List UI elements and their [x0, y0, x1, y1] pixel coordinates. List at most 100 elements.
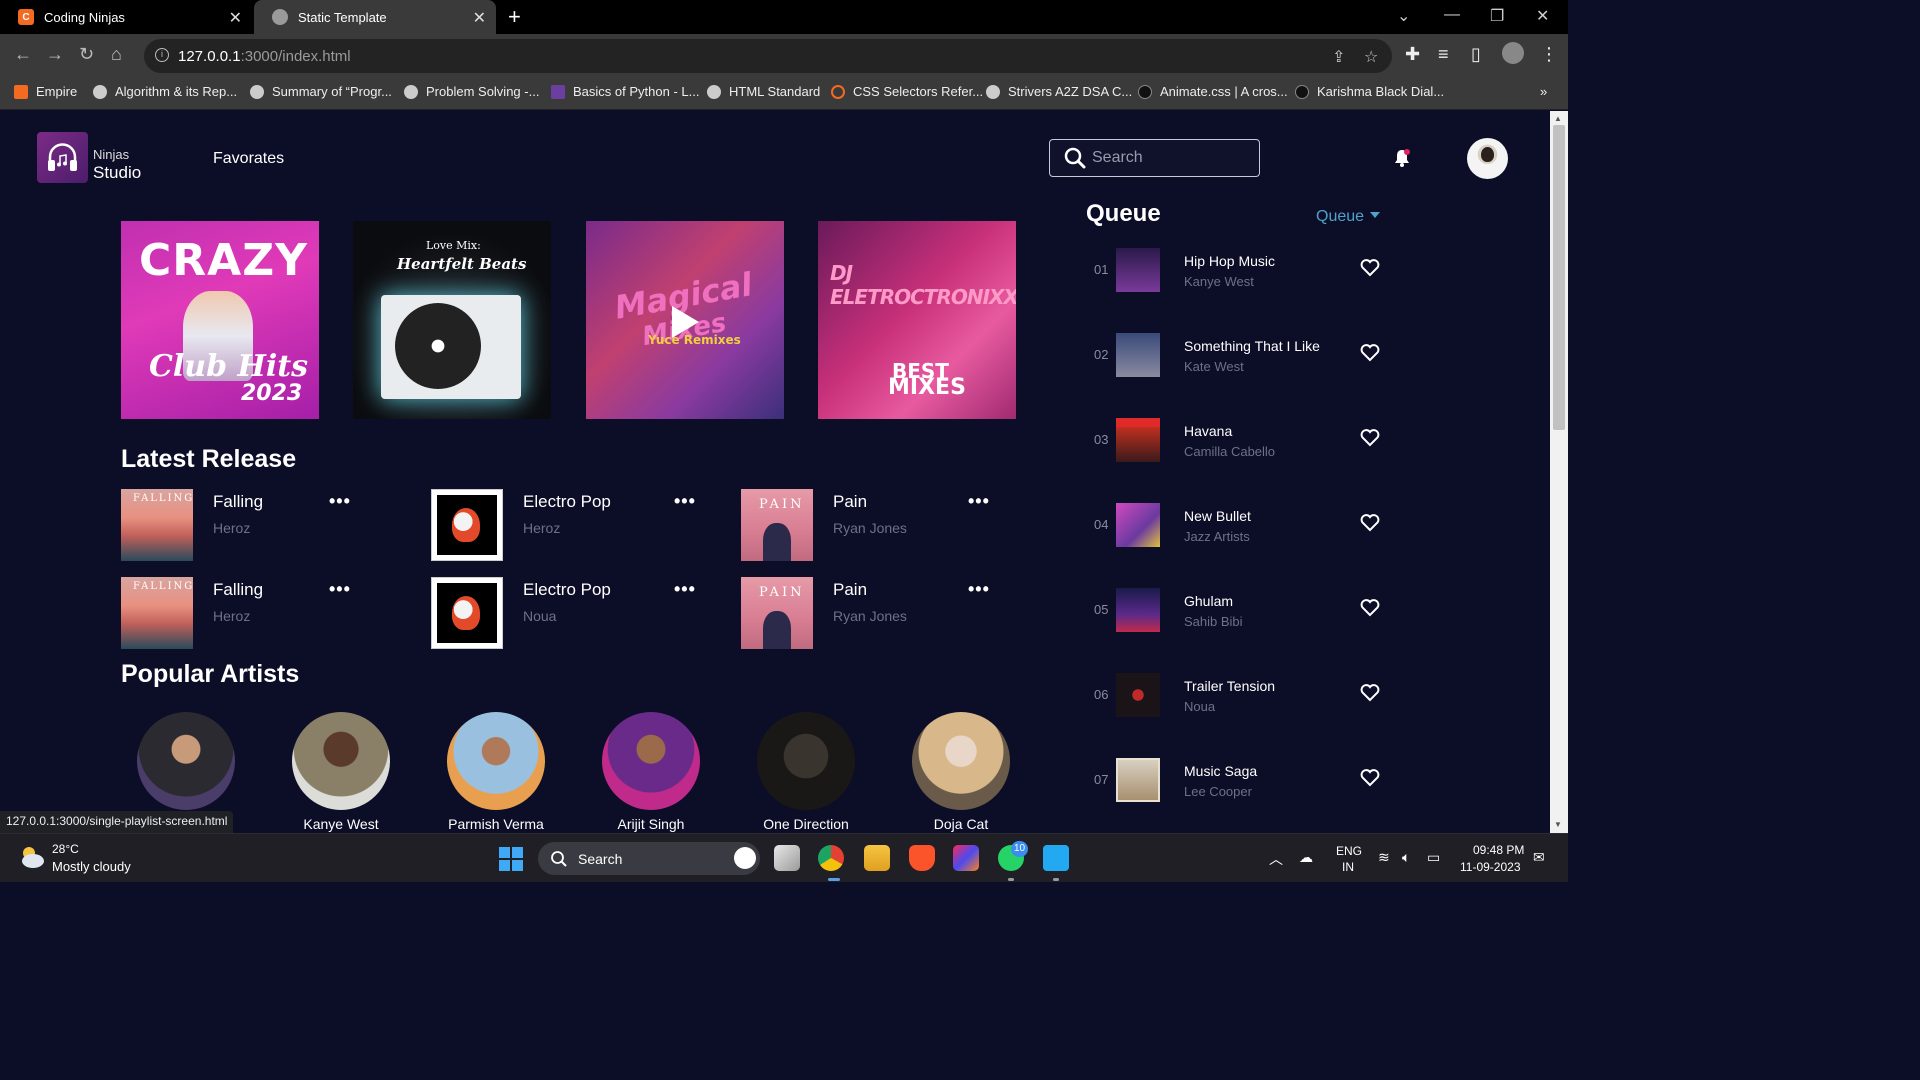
bookmark-item[interactable]: Karishma Black Dial... [1295, 84, 1444, 99]
release-item[interactable]: Falling Heroz ••• [121, 489, 411, 561]
app-logo[interactable] [37, 132, 88, 183]
site-info-icon[interactable]: i [155, 48, 169, 62]
scrollbar-thumb[interactable] [1553, 125, 1565, 430]
search-input[interactable] [1092, 149, 1242, 167]
user-avatar[interactable] [1467, 138, 1508, 179]
bookmark-item[interactable]: Summary of “Progr... [250, 84, 392, 99]
extensions-icon[interactable]: ✚ [1405, 44, 1420, 65]
volume-icon[interactable]: 🔈︎ [1402, 849, 1410, 866]
bookmark-star-icon[interactable]: ☆ [1364, 47, 1378, 67]
queue-dropdown[interactable]: Queue [1316, 208, 1381, 226]
release-item[interactable]: Electro Pop Noua ••• [431, 577, 721, 649]
side-panel-icon[interactable]: ▯ [1471, 44, 1481, 65]
chrome-icon[interactable] [818, 845, 844, 871]
scroll-down-icon[interactable]: ▼ [1554, 820, 1562, 829]
notification-center-icon[interactable]: ✉ [1533, 849, 1545, 866]
taskbar-search[interactable]: Search [538, 842, 760, 875]
bing-icon[interactable] [734, 847, 756, 869]
weather-temperature[interactable]: 28°C [52, 842, 79, 856]
wifi-icon[interactable]: ≋ [1378, 849, 1390, 866]
artist-card[interactable]: One Direction [746, 712, 866, 832]
play-icon[interactable] [668, 303, 702, 341]
queue-item[interactable]: 06 Trailer Tension Noua [1086, 672, 1386, 718]
more-options-icon[interactable]: ••• [329, 491, 351, 512]
bookmark-item[interactable]: Basics of Python - L... [551, 84, 699, 99]
more-options-icon[interactable]: ••• [674, 491, 696, 512]
artist-card[interactable]: Kanye West [281, 712, 401, 832]
queue-item[interactable]: 05 Ghulam Sahib Bibi [1086, 587, 1386, 633]
chevron-down-icon[interactable]: ⌄ [1397, 6, 1410, 26]
bookmark-item[interactable]: HTML Standard [707, 84, 820, 99]
restore-button[interactable]: ❐ [1490, 6, 1504, 26]
search-box[interactable] [1049, 139, 1260, 177]
heart-icon[interactable] [1360, 344, 1380, 362]
bookmark-item[interactable]: Problem Solving -... [404, 84, 539, 99]
bookmark-item[interactable]: Algorithm & its Rep... [93, 84, 237, 99]
artist-card[interactable] [126, 712, 246, 816]
release-item[interactable]: Falling Heroz ••• [121, 577, 411, 649]
more-options-icon[interactable]: ••• [329, 579, 351, 600]
release-item[interactable]: Electro Pop Heroz ••• [431, 489, 721, 561]
media-control-icon[interactable]: ≡ [1438, 44, 1449, 65]
home-icon[interactable]: ⌂ [111, 44, 122, 65]
close-tab-icon[interactable]: ✕ [229, 8, 242, 28]
more-options-icon[interactable]: ••• [968, 491, 990, 512]
share-icon[interactable]: ⇪ [1332, 47, 1345, 67]
artist-card[interactable]: Doja Cat [901, 712, 1021, 832]
more-options-icon[interactable]: ••• [968, 579, 990, 600]
profile-avatar[interactable] [1502, 42, 1524, 64]
queue-item[interactable]: 01 Hip Hop Music Kanye West [1086, 247, 1386, 293]
queue-item[interactable]: 03 Havana Camilla Cabello [1086, 417, 1386, 463]
heart-icon[interactable] [1360, 514, 1380, 532]
address-bar[interactable]: i 127.0.0.1:3000/index.html ⇪ ☆ [144, 39, 1392, 73]
close-window-button[interactable]: ✕ [1536, 6, 1549, 26]
new-tab-button[interactable]: + [508, 4, 521, 30]
featured-cover-magical-mixes[interactable]: Magical Mixes Yuce Remixes [586, 221, 784, 419]
featured-cover-dj-eletroctronixxx[interactable]: DJ ELETROCTRONIXXX BEST MIXES [818, 221, 1016, 419]
notification-bell-icon[interactable] [1393, 148, 1411, 168]
windows-start-icon[interactable] [499, 847, 523, 871]
intellij-icon[interactable] [953, 845, 979, 871]
language-indicator[interactable]: ENG [1336, 844, 1362, 858]
menu-icon[interactable]: ⋮ [1540, 44, 1558, 65]
file-explorer-icon[interactable] [864, 845, 890, 871]
onedrive-cloud-icon[interactable]: ☁ [1299, 849, 1313, 866]
bookmark-item[interactable]: Empire [14, 84, 77, 99]
bookmark-item[interactable]: Strivers A2Z DSA C... [986, 84, 1132, 99]
forward-icon[interactable]: → [46, 44, 64, 65]
nav-favorites-link[interactable]: Favorates [213, 150, 284, 168]
weather-description[interactable]: Mostly cloudy [52, 859, 131, 874]
heart-icon[interactable] [1360, 769, 1380, 787]
heart-icon[interactable] [1360, 429, 1380, 447]
release-item[interactable]: Pain Ryan Jones ••• [741, 577, 1031, 649]
featured-cover-love-mix[interactable]: Love Mix: Heartfelt Beats [353, 221, 551, 419]
tab-coding-ninjas[interactable]: C Coding Ninjas ✕ [0, 0, 252, 34]
reload-icon[interactable]: ↻ [79, 44, 94, 65]
artist-card[interactable]: Parmish Verma [436, 712, 556, 832]
vscode-icon[interactable] [1043, 845, 1069, 871]
artist-card[interactable]: Arijit Singh [591, 712, 711, 832]
bookmark-item[interactable]: CSS Selectors Refer... [831, 84, 983, 99]
queue-item[interactable]: 07 Music Saga Lee Cooper [1086, 757, 1386, 803]
clock-time[interactable]: 09:48 PM [1473, 843, 1524, 857]
region-indicator[interactable]: IN [1342, 860, 1354, 874]
queue-item[interactable]: 02 Something That I Like Kate West [1086, 332, 1386, 378]
back-icon[interactable]: ← [14, 44, 32, 65]
release-item[interactable]: Pain Ryan Jones ••• [741, 489, 1031, 561]
battery-icon[interactable]: ▭ [1427, 849, 1440, 866]
weather-cloud-icon[interactable] [18, 844, 46, 870]
queue-item[interactable]: 04 New Bullet Jazz Artists [1086, 502, 1386, 548]
show-hidden-icons-chevron-icon[interactable]: ︿ [1269, 849, 1283, 869]
task-view-icon[interactable] [774, 845, 800, 871]
close-tab-icon[interactable]: ✕ [473, 8, 486, 28]
scroll-up-icon[interactable]: ▲ [1554, 114, 1562, 123]
clock-date[interactable]: 11-09-2023 [1460, 860, 1521, 874]
heart-icon[interactable] [1360, 259, 1380, 277]
more-bookmarks-icon[interactable]: » [1540, 84, 1547, 99]
featured-cover-crazy-club-hits[interactable]: CRAZY Club Hits 2023 [121, 221, 319, 419]
brave-icon[interactable] [909, 845, 935, 871]
minimize-button[interactable]: — [1444, 6, 1460, 24]
bookmark-item[interactable]: Animate.css | A cros... [1138, 84, 1288, 99]
heart-icon[interactable] [1360, 599, 1380, 617]
tab-static-template[interactable]: Static Template ✕ [254, 0, 496, 34]
